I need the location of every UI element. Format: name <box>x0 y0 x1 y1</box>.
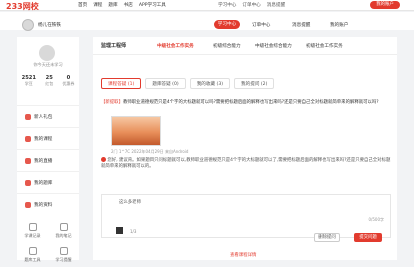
tool-study-record[interactable]: 学课记录 <box>17 219 48 243</box>
tab-course-qa[interactable]: 课程答疑 (1) <box>101 78 142 89</box>
record-icon <box>28 223 37 231</box>
account-button[interactable]: 我的账户 <box>370 1 400 9</box>
toplink-order-center[interactable]: 订单中心 <box>242 2 260 8</box>
topnav-questions[interactable]: 题库 <box>108 2 117 8</box>
profile-avatar[interactable] <box>39 45 55 61</box>
course-tab-0[interactable]: 中级社会工作实务 <box>157 43 194 49</box>
tool-question-tools[interactable]: 题库工具 <box>17 243 48 267</box>
delete-question-button[interactable]: 删除提问 <box>314 233 340 242</box>
question-text: 【新提取】教师职业道德规范只是4个字的大标题就可以吗?需要把标题后面的解释也写出… <box>101 100 379 105</box>
course-tab-2[interactable]: 中级社会综合能力 <box>255 43 292 49</box>
materials-icon <box>25 201 31 208</box>
sub-bar <box>0 12 414 30</box>
course-icon <box>25 135 31 142</box>
question-tag: 【新提取】 <box>101 100 123 105</box>
tool-study-reminder[interactable]: 学习提醒 <box>48 243 79 267</box>
subnav-messages[interactable]: 消息提醒 <box>292 22 310 28</box>
left-panel: 你今天还未学习 2521 学豆 25 红包 0 优惠券 新人礼包 我的课程 我的直播 … <box>17 37 79 262</box>
topnav-bookstore[interactable]: 书店 <box>124 2 133 8</box>
attachment-thumb[interactable] <box>116 227 123 234</box>
answer-text: 您好, 建议背。如果题目只问标题就可以,教师职业道德规范只是4个字的大标题就可以… <box>101 157 391 169</box>
question-image[interactable] <box>111 116 161 146</box>
course-tab-3[interactable]: 初级社会工作实务 <box>306 43 343 49</box>
toplink-study-center[interactable]: 学习中心 <box>218 2 236 8</box>
notes-icon <box>59 223 68 231</box>
submit-question-button[interactable]: 提交问题 <box>354 233 382 242</box>
topnav-home[interactable]: 首页 <box>78 2 87 8</box>
study-center-button[interactable]: 学习中心 <box>214 20 240 29</box>
reminder-icon <box>59 247 68 255</box>
stats-row: 2521 学豆 25 红包 0 优惠券 <box>17 75 79 95</box>
topnav-courses[interactable]: 课程 <box>93 2 102 8</box>
username: 杨儿在铁铁 <box>38 23 61 28</box>
live-icon <box>25 157 31 164</box>
user-avatar[interactable] <box>22 19 34 31</box>
answer-tabs: 课程答疑 (1) 题库答疑 (0) 我的收藏 (3) 我的提问 (2) <box>101 78 275 89</box>
reply-text[interactable]: 这么多老师 <box>119 199 141 205</box>
side-menu: 新人礼包 我的课程 我的直播 我的题库 我的资料 <box>17 105 79 215</box>
question-meta: 2门 1^7C 2022年04月29日 来自Android <box>111 149 189 154</box>
topnav-app-tools[interactable]: APP学习工具 <box>139 2 166 8</box>
subnav-order-center[interactable]: 订单中心 <box>252 22 270 28</box>
top-nav: 首页 课程 题库 书店 APP学习工具 <box>78 2 166 8</box>
attachment-pager: 1/3 <box>130 229 137 234</box>
char-counter: 0/500字 <box>368 217 384 222</box>
gift-icon <box>25 113 31 120</box>
top-bar: 233网校 首页 课程 题库 书店 APP学习工具 学习中心 订单中心 消息提醒… <box>0 0 414 11</box>
stat-beans[interactable]: 2521 学豆 <box>22 75 36 95</box>
menu-my-live[interactable]: 我的直播 <box>17 149 79 171</box>
site-logo[interactable]: 233网校 <box>6 1 39 12</box>
view-course-link[interactable]: 查看课程详情 <box>230 252 256 258</box>
menu-newcomer-gift[interactable]: 新人礼包 <box>17 105 79 127</box>
stat-coupons[interactable]: 0 优惠券 <box>62 75 74 95</box>
toplink-messages[interactable]: 消息提醒 <box>267 2 285 8</box>
tab-favorites[interactable]: 我的收藏 (3) <box>189 78 231 89</box>
tool-notes[interactable]: 我的笔记 <box>48 219 79 243</box>
tools-icon <box>28 247 37 255</box>
reply-editor[interactable]: 这么多老师 0/500字 1/3 <box>101 194 391 238</box>
subnav-account[interactable]: 我的账户 <box>330 22 348 28</box>
tab-my-questions[interactable]: 我的提问 (2) <box>234 78 275 89</box>
teacher-icon <box>101 157 106 162</box>
exam-selector[interactable]: 监理工程师 <box>101 42 126 49</box>
study-status: 你今天还未学习 <box>33 62 63 67</box>
course-row: 监理工程师 中级社会工作实务 初级综合能力 中级社会综合能力 初级社会工作实务 <box>93 37 397 55</box>
menu-my-courses[interactable]: 我的课程 <box>17 127 79 149</box>
course-tab-1[interactable]: 初级综合能力 <box>213 43 241 49</box>
menu-my-questions[interactable]: 我的题库 <box>17 171 79 193</box>
question-bank-icon <box>25 179 31 186</box>
tab-question-qa[interactable]: 题库答疑 (0) <box>145 78 186 89</box>
top-links: 学习中心 订单中心 消息提醒 <box>218 2 285 8</box>
menu-my-materials[interactable]: 我的资料 <box>17 193 79 215</box>
stat-redpacket[interactable]: 25 红包 <box>45 75 53 95</box>
